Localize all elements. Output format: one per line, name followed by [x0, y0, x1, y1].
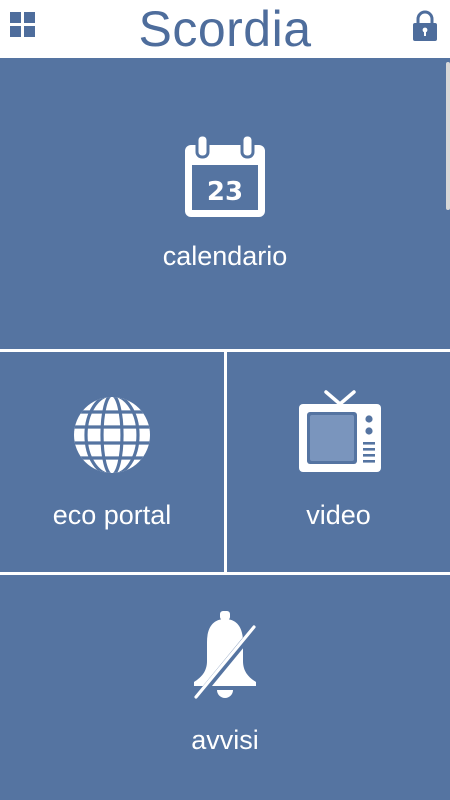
lock-icon [413, 10, 437, 41]
video-label: video [306, 500, 371, 530]
app-screen: Scordia 23 calendario eco portal video a… [0, 0, 450, 800]
calendar-icon: 23 [185, 133, 265, 217]
scrollbar[interactable] [446, 62, 450, 210]
calendario-label: calendario [162, 241, 288, 271]
lock-button[interactable] [412, 10, 438, 42]
calendar-day-number: 23 [207, 177, 243, 207]
app-title: Scordia [138, 1, 312, 57]
avvisi-label: avvisi [191, 725, 259, 755]
avvisi-tile[interactable]: avvisi [0, 575, 450, 800]
calendario-tile[interactable]: 23 calendario [0, 58, 450, 349]
app-header: Scordia [0, 0, 450, 58]
globe-icon [74, 397, 150, 473]
eco-portal-label: eco portal [52, 500, 172, 530]
video-tile[interactable]: video [227, 352, 450, 572]
eco-portal-tile[interactable]: eco portal [0, 352, 224, 572]
bell-muted-icon [194, 611, 259, 699]
tv-icon [299, 390, 381, 472]
